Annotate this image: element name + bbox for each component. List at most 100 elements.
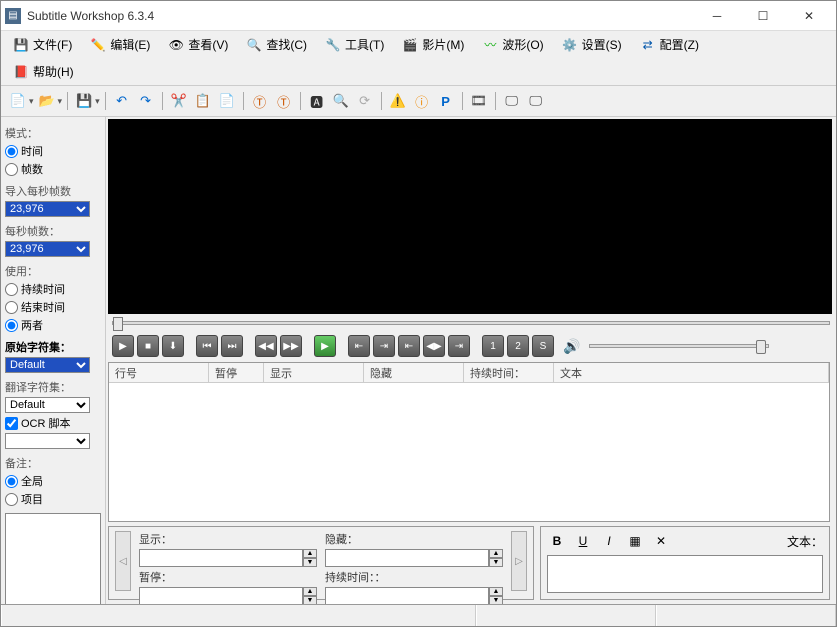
status-cell-1 [1,605,476,626]
time-radio[interactable]: 时间 [5,143,101,159]
set-end-button[interactable]: ⇥ [448,335,470,357]
pascal-button[interactable]: P [435,90,457,112]
save-icon: 💾 [13,37,29,53]
menu-edit[interactable]: ✏️编辑(E) [82,33,158,56]
col-show[interactable]: 显示 [264,363,364,382]
zoom-button[interactable]: 🔍 [330,90,352,112]
seek-slider[interactable] [112,316,830,330]
paste-button[interactable]: 📄 [216,90,238,112]
project-radio[interactable]: 项目 [5,491,101,507]
input-fps-select[interactable]: 23,976 [5,201,90,217]
play2-button[interactable]: ▶ [314,335,336,357]
open-dropdown[interactable]: ▾ [58,96,63,107]
duration-radio[interactable]: 持续时间 [5,281,101,297]
wrench-icon: 🔧 [325,37,341,53]
info-button[interactable]: ⓘ [411,90,433,112]
time-button[interactable]: Ⓣ [273,90,295,112]
ocr-checkbox[interactable]: OCR 脚本 [5,415,101,431]
mark-in-button[interactable]: ⇤ [348,335,370,357]
text-button[interactable]: Ⓣ [249,90,271,112]
replace-button[interactable]: ⟳ [354,90,376,112]
mark-out-button[interactable]: ⇥ [373,335,395,357]
end-radio[interactable]: 结束时间 [5,299,101,315]
fps-select[interactable]: 23,976 [5,241,90,257]
save-button[interactable]: 💾 [73,90,95,112]
global-radio[interactable]: 全局 [5,473,101,489]
titlebar: ▤ Subtitle Workshop 6.3.4 ─ ☐ ✕ [1,1,836,31]
s-button[interactable]: S [532,335,554,357]
prev-nav-button[interactable]: ◁ [115,531,131,591]
menu-file[interactable]: 💾文件(F) [5,33,80,56]
duration-input[interactable] [325,587,489,604]
ocr-select[interactable] [5,433,90,449]
menu-view[interactable]: 👁查看(V) [160,33,236,56]
subtitle-grid[interactable]: 行号 暂停 显示 隐藏 持续时间： 文本 [108,362,830,522]
duration-spinner[interactable]: ▲▼ [489,587,503,604]
statusbar [1,604,836,626]
color-button[interactable]: ▦ [625,532,645,550]
preview-button[interactable]: 🖵 [501,90,523,112]
redo-button[interactable]: ↷ [135,90,157,112]
next-nav-button[interactable]: ▷ [511,531,527,591]
bold-button[interactable]: B [547,532,567,550]
video-preview[interactable] [108,119,832,314]
minimize-button[interactable]: ─ [694,1,740,31]
maximize-button[interactable]: ☐ [740,1,786,31]
copy-button[interactable]: 📋 [192,90,214,112]
external-button[interactable]: 🖵 [525,90,547,112]
col-duration[interactable]: 持续时间： [464,363,554,382]
trans-charset-select[interactable]: Default [5,397,90,413]
toolbar: 📄▾ 📂▾ 💾▾ ↶ ↷ ✂️ 📋 📄 Ⓣ Ⓣ 🅰 🔍 ⟳ ⚠️ ⓘ P 🎞 🖵… [1,86,836,117]
col-hide[interactable]: 隐藏 [364,363,464,382]
menu-tools[interactable]: 🔧工具(T) [317,33,392,56]
cut-button[interactable]: ✂️ [168,90,190,112]
warn-button[interactable]: ⚠️ [387,90,409,112]
pause-spinner[interactable]: ▲▼ [303,587,317,604]
show-label: 显示： [139,531,317,547]
new-button[interactable]: 📄 [7,90,29,112]
close-button[interactable]: ✕ [786,1,832,31]
volume-slider[interactable] [589,344,769,348]
col-text[interactable]: 文本 [554,363,829,382]
menu-wave[interactable]: 〰波形(O) [474,33,551,56]
forward-button[interactable]: ▶▶ [280,335,302,357]
new-dropdown[interactable]: ▾ [29,96,34,107]
clear-button[interactable]: ✕ [651,532,671,550]
menu-search[interactable]: 🔍查找(C) [238,33,315,56]
menu-config[interactable]: ⇄配置(Z) [632,33,707,56]
notes-textarea[interactable] [5,513,101,604]
set-start-button[interactable]: ⇤ [398,335,420,357]
undo-button[interactable]: ↶ [111,90,133,112]
both-radio[interactable]: 两者 [5,317,101,333]
frames-radio[interactable]: 帧数 [5,161,101,177]
movie-button[interactable]: 🎞 [468,90,490,112]
save-dropdown[interactable]: ▾ [95,96,100,107]
orig-charset-select[interactable]: Default [5,357,90,373]
italic-button[interactable]: I [599,532,619,550]
menu-settings[interactable]: ⚙️设置(S) [554,33,630,56]
hide-input[interactable] [325,549,489,567]
open-button[interactable]: 📂 [36,90,58,112]
show-spinner[interactable]: ▲▼ [303,549,317,567]
prev-sub-button[interactable]: ⏮ [196,335,218,357]
num2-button[interactable]: 2 [507,335,529,357]
play-button[interactable]: ▶ [112,335,134,357]
set-both-button[interactable]: ◀▶ [423,335,445,357]
menu-help[interactable]: 📕帮助(H) [5,60,82,83]
rewind-button[interactable]: ◀◀ [255,335,277,357]
show-input[interactable] [139,549,303,567]
menu-movie[interactable]: 🎬影片(M) [394,33,472,56]
col-num[interactable]: 行号 [109,363,209,382]
underline-button[interactable]: U [573,532,593,550]
next-sub-button[interactable]: ⏭ [221,335,243,357]
subtitle-text-input[interactable] [547,555,823,593]
pause-input[interactable] [139,587,303,604]
num1-button[interactable]: 1 [482,335,504,357]
lang-button[interactable]: 🅰 [306,90,328,112]
col-pause[interactable]: 暂停 [209,363,264,382]
hide-spinner[interactable]: ▲▼ [489,549,503,567]
stop-button[interactable]: ■ [137,335,159,357]
input-fps-label: 导入每秒帧数 [5,183,101,199]
down-button[interactable]: ⬇ [162,335,184,357]
grid-body[interactable] [109,383,829,521]
